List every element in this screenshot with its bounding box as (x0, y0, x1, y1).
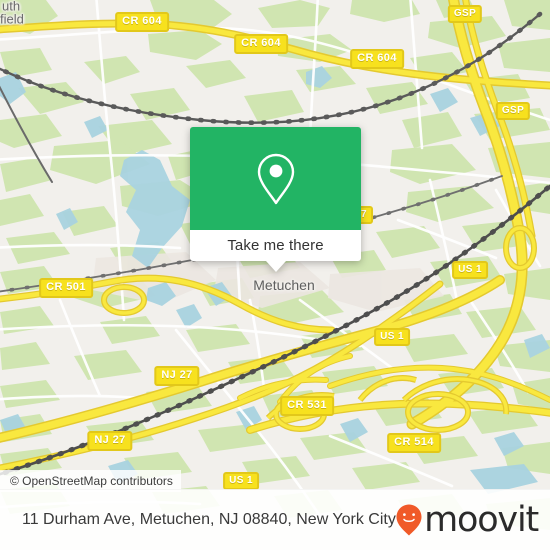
take-me-there-button[interactable]: Take me there (190, 230, 361, 261)
moovit-smiley-pin-icon (396, 504, 422, 536)
shield-nj-27-north[interactable]: NJ 27 (154, 366, 200, 386)
shield-us-1-center[interactable]: US 1 (374, 328, 410, 346)
shield-cr-501[interactable]: CR 501 (39, 278, 93, 298)
map-screen: CR 604 CR 604 CR 604 GSP GSP 7 US 1 CR 501 US 1N… (0, 0, 550, 550)
location-popup-card[interactable]: Take me there (190, 127, 361, 272)
location-pin-icon (257, 153, 294, 204)
metuchen-label: Metuchen (253, 277, 315, 293)
moovit-wordmark: moovit (424, 499, 539, 540)
moovit-logo[interactable]: moovit (396, 499, 539, 540)
shield-us-1-east[interactable]: US 1 (452, 261, 488, 279)
popup-image-panel (190, 127, 361, 230)
take-me-there-label: Take me there (227, 237, 324, 254)
shield-cr-604-east[interactable]: CR 604 (350, 49, 404, 69)
popup-pointer-tail (265, 261, 286, 272)
shield-cr-514[interactable]: CR 514 (387, 433, 441, 453)
shield-cr-531[interactable]: CR 531 (280, 396, 334, 416)
shield-us-1-south[interactable]: US 1 (223, 472, 259, 490)
address-label: 11 Durham Ave, Metuchen, NJ 08840, New Y… (22, 511, 396, 528)
plainfield-label: field (0, 11, 24, 27)
shield-nj-27-south[interactable]: NJ 27 (87, 431, 133, 451)
shield-gsp-south[interactable]: GSP (495, 102, 531, 120)
shield-cr-604-center[interactable]: CR 604 (234, 34, 288, 54)
shield-gsp-north[interactable]: GSP (447, 5, 483, 23)
footer-bar: 11 Durham Ave, Metuchen, NJ 08840, New Y… (0, 489, 550, 550)
shield-cr-604-west[interactable]: CR 604 (115, 12, 169, 32)
